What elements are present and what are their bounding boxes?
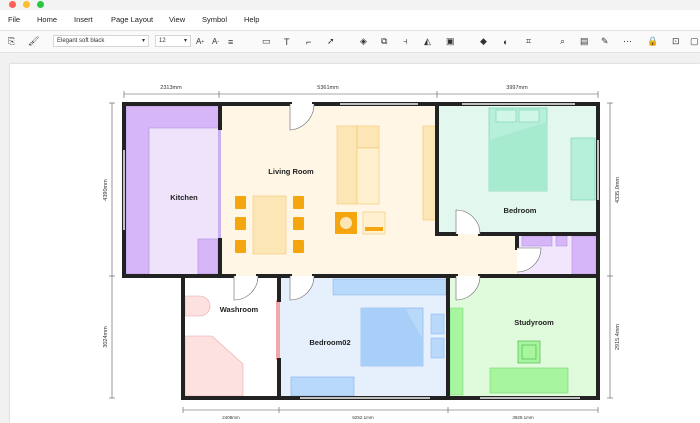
room-label-washroom[interactable]: Washroom <box>220 305 259 314</box>
washroom-partition <box>276 300 280 360</box>
nightstand <box>430 337 445 359</box>
bedroom02-desk <box>290 376 355 397</box>
toilet <box>184 295 211 317</box>
room-label-living-room[interactable]: Living Room <box>268 167 314 176</box>
wardrobe <box>570 137 596 201</box>
closet-cabinet <box>571 235 597 275</box>
dining-table <box>252 195 287 255</box>
nightstand <box>430 313 445 335</box>
living-room-floor <box>220 104 437 276</box>
room-label-kitchen[interactable]: Kitchen <box>170 193 198 202</box>
closet-box <box>555 235 568 247</box>
dim-bottom-1: 2408mm <box>222 415 240 420</box>
pillow <box>518 109 540 123</box>
dim-left-2: 3024mm <box>103 326 109 348</box>
study-chair <box>517 340 541 364</box>
closet-shelf <box>521 235 553 247</box>
sofa <box>336 125 358 205</box>
coffee-table <box>356 147 380 205</box>
dim-bottom-3: 3929.1mm <box>512 415 534 420</box>
dim-top-1: 2313mm <box>160 85 182 91</box>
kitchen-cabinet <box>197 238 219 275</box>
study-desk <box>489 367 569 394</box>
kitchen-window <box>218 130 221 240</box>
room-label-bedroom02[interactable]: Bedroom02 <box>309 338 350 347</box>
armchair-seat <box>340 217 352 229</box>
hallway-floor <box>437 234 517 276</box>
floor-plan[interactable]: 2313mm 5361mm 3997mm 4390mm 3024mm 4335.… <box>0 0 700 423</box>
dim-top-3: 3997mm <box>506 85 528 91</box>
room-label-bedroom[interactable]: Bedroom <box>504 206 537 215</box>
side-chair-arm <box>365 227 383 231</box>
dim-bottom-2: 6252.1mm <box>352 415 374 420</box>
bookshelf <box>449 307 464 396</box>
room-label-studyroom[interactable]: Studyroom <box>514 318 554 327</box>
pillow <box>495 109 517 123</box>
bedroom02-cabinet <box>332 278 447 296</box>
dim-right-1: 4335.0mm <box>615 177 621 203</box>
dim-left-1: 4390mm <box>103 179 109 201</box>
tv-cabinet <box>422 125 437 221</box>
sofa-cushion <box>356 125 380 149</box>
dim-top-2: 5361mm <box>317 85 339 91</box>
dim-right-2: 2915.4mm <box>615 324 621 350</box>
